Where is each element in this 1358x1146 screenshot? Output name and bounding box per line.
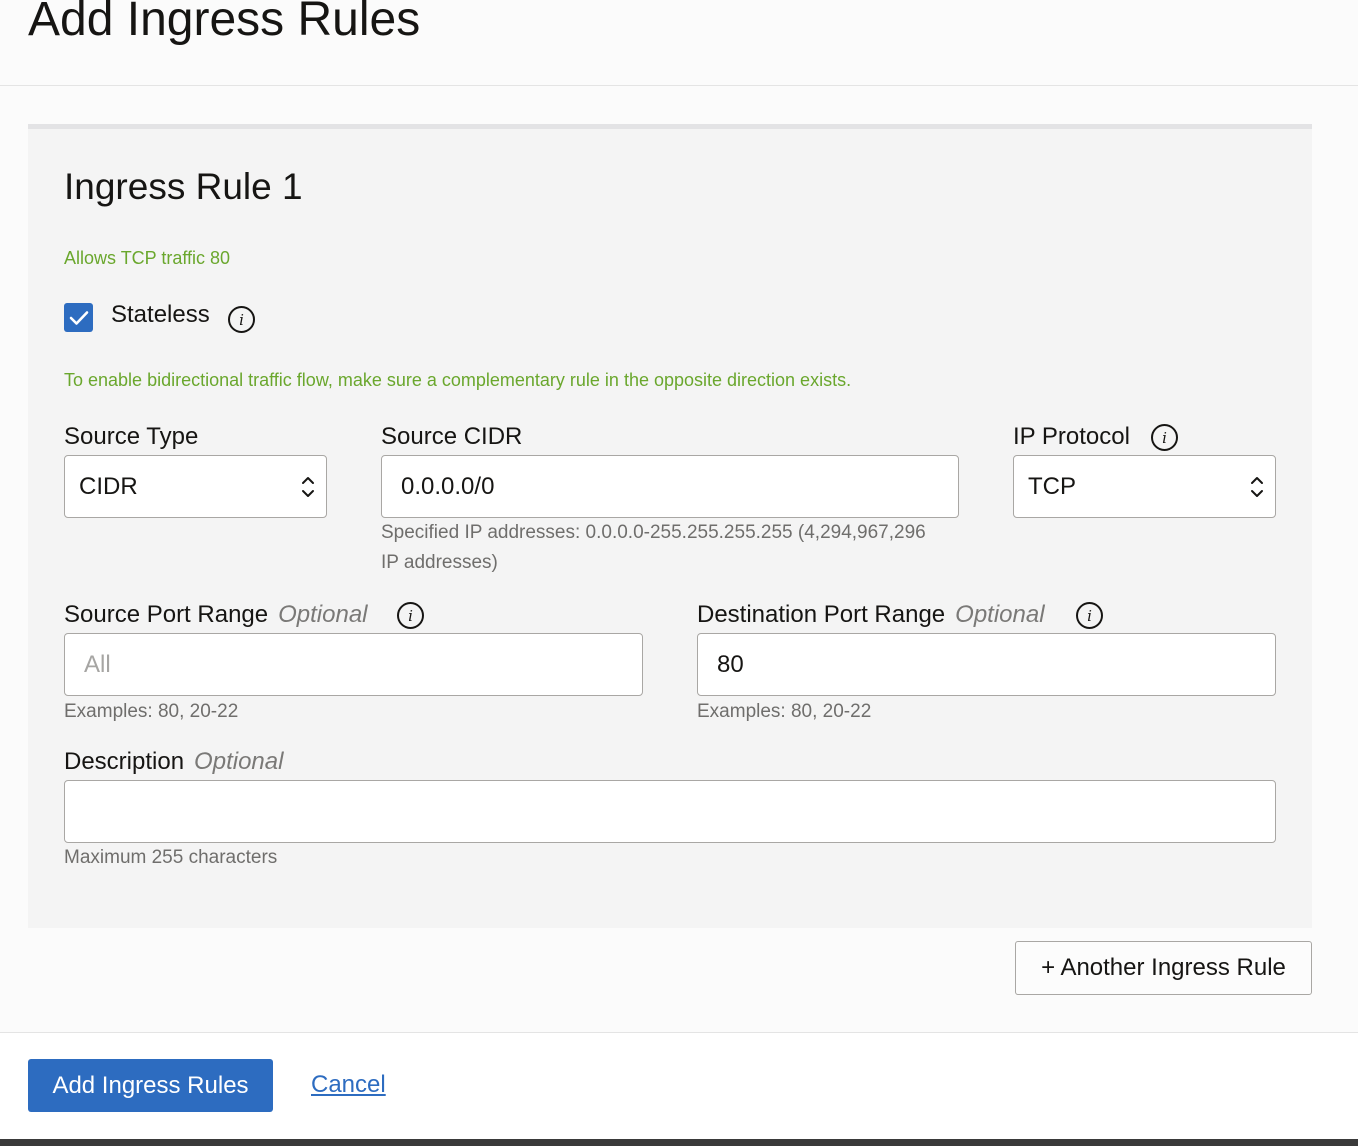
stateless-label: Stateless: [111, 301, 210, 328]
bottom-edge: [0, 1139, 1358, 1146]
destination-port-range-label: Destination Port Range Optional: [697, 601, 1045, 629]
ip-protocol-label: IP Protocol: [1013, 423, 1130, 450]
description-input[interactable]: [64, 780, 1276, 843]
source-cidr-input[interactable]: 0.0.0.0/0: [381, 455, 959, 518]
optional-tag: Optional: [278, 601, 368, 628]
source-port-range-input[interactable]: All: [64, 633, 643, 696]
add-ingress-rules-button[interactable]: Add Ingress Rules: [28, 1059, 273, 1112]
description-help: Maximum 255 characters: [64, 847, 278, 868]
ip-protocol-select[interactable]: TCP: [1013, 455, 1276, 518]
destination-port-range-input[interactable]: 80: [697, 633, 1276, 696]
rule-title: Ingress Rule 1: [64, 166, 303, 207]
source-type-value: CIDR: [79, 472, 138, 500]
source-port-range-label-text: Source Port Range: [64, 601, 269, 628]
stateless-hint: To enable bidirectional traffic flow, ma…: [64, 370, 852, 390]
ip-protocol-value: TCP: [1028, 472, 1076, 500]
destination-port-help: Examples: 80, 20-22: [697, 701, 872, 722]
source-cidr-label: Source CIDR: [381, 423, 523, 450]
rule-summary: Allows TCP traffic 80: [64, 248, 231, 268]
page-header: Add Ingress Rules: [0, 0, 1358, 86]
select-chevron-icon: [1251, 477, 1263, 497]
source-cidr-help-line2: IP addresses): [381, 552, 498, 573]
stateless-info-icon[interactable]: i: [228, 306, 255, 333]
source-cidr-help-line1: Specified IP addresses: 0.0.0.0-255.255.…: [381, 522, 926, 543]
source-port-info-icon[interactable]: i: [397, 602, 424, 629]
cancel-link[interactable]: Cancel: [311, 1071, 386, 1099]
source-port-range-label: Source Port Range Optional: [64, 601, 368, 629]
ip-protocol-info-icon[interactable]: i: [1151, 424, 1178, 451]
optional-tag: Optional: [194, 748, 284, 775]
source-type-label: Source Type: [64, 423, 199, 450]
description-label-text: Description: [64, 748, 185, 775]
description-label: Description Optional: [64, 748, 283, 776]
select-chevron-icon: [302, 477, 314, 497]
source-port-help: Examples: 80, 20-22: [64, 701, 239, 722]
destination-port-info-icon[interactable]: i: [1076, 602, 1103, 629]
source-type-select[interactable]: CIDR: [64, 455, 327, 518]
destination-port-range-label-text: Destination Port Range: [697, 601, 946, 628]
checkmark-icon: [69, 310, 88, 325]
optional-tag: Optional: [955, 601, 1045, 628]
another-ingress-rule-button[interactable]: + Another Ingress Rule: [1015, 941, 1312, 995]
page-title: Add Ingress Rules: [28, 0, 421, 46]
stateless-checkbox[interactable]: [64, 303, 93, 332]
